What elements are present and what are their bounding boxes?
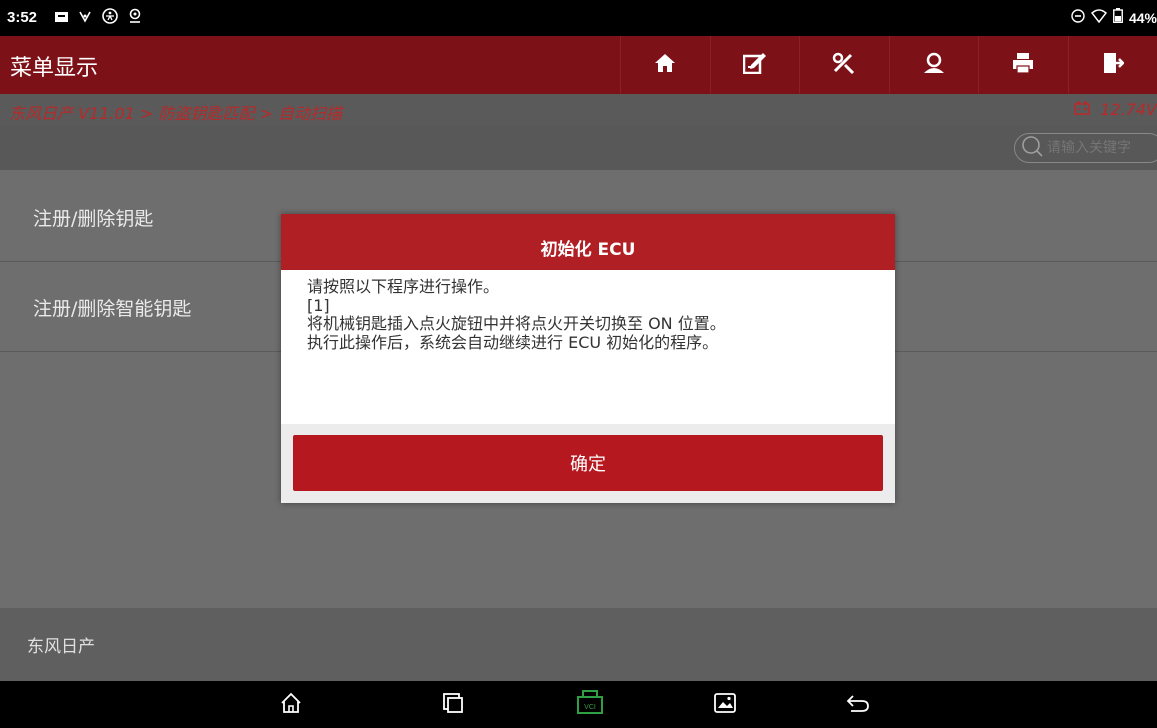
print-icon	[1012, 52, 1034, 78]
breadcrumb-bar: 东风日产 V11.01 > 防盗钥匙匹配 > 自动扫描 12.74V	[0, 94, 1157, 126]
usb-icon	[78, 9, 92, 27]
system-navbar: VCI	[0, 681, 1157, 728]
dialog-header: 初始化 ECU	[281, 214, 895, 270]
nav-screenshot-button[interactable]	[709, 690, 741, 720]
search-input[interactable]	[1047, 140, 1157, 156]
location-icon	[128, 8, 142, 28]
vci-label: VCI	[584, 704, 596, 711]
nav-vci-button[interactable]: VCI	[574, 690, 606, 720]
search-row	[0, 126, 1157, 170]
menu-item-label: 注册/删除钥匙	[33, 208, 154, 230]
footer-bar: 东风日产	[0, 608, 1157, 681]
wifi-icon	[1090, 8, 1108, 27]
dialog-line: [1]	[307, 295, 330, 315]
search-box[interactable]	[1014, 133, 1157, 163]
search-icon	[1021, 135, 1043, 161]
dialog-line: 将机械钥匙插入点火旋钮中并将点火开关切换至 ON 位置。	[307, 314, 726, 333]
back-icon	[846, 693, 870, 717]
nav-home-button[interactable]	[275, 690, 307, 720]
dialog-body: 请按照以下程序进行操作。 [1] 将机械钥匙插入点火旋钮中并将点火开关切换至 O…	[281, 270, 895, 424]
footer-text: 东风日产	[27, 637, 95, 657]
edit-button[interactable]	[709, 36, 800, 94]
status-bar: 3:52 44%	[0, 0, 1157, 36]
recents-icon	[442, 692, 464, 718]
home-nav-icon	[280, 692, 302, 718]
tools-button[interactable]	[799, 36, 889, 94]
user-icon	[922, 52, 946, 78]
voltage-value: 12.74V	[1100, 100, 1157, 119]
user-button[interactable]	[888, 36, 979, 94]
battery-icon	[1113, 8, 1123, 27]
page-title: 菜单显示	[10, 56, 99, 81]
nav-recents-button[interactable]	[437, 690, 469, 720]
breadcrumb: 东风日产 V11.01 > 防盗钥匙匹配 > 自动扫描	[9, 104, 342, 123]
vci-icon: VCI	[574, 689, 606, 721]
do-not-disturb-icon	[1071, 8, 1085, 27]
header-toolbar	[620, 36, 1157, 94]
battery-percent: 44%	[1128, 9, 1157, 26]
voltage-indicator: 12.74V	[1074, 100, 1157, 119]
screenshot-icon	[714, 693, 736, 717]
notification-icon	[55, 9, 68, 27]
exit-icon	[1102, 52, 1125, 78]
dialog-line: 请按照以下程序进行操作。	[307, 277, 500, 296]
dialog-line: 执行此操作后，系统会自动继续进行 ECU 初始化的程序。	[307, 332, 719, 352]
app-header: 菜单显示	[0, 36, 1157, 94]
menu-item-label: 注册/删除智能钥匙	[33, 298, 192, 320]
confirm-button[interactable]: 确定	[293, 435, 883, 491]
exit-button[interactable]	[1067, 36, 1157, 94]
init-ecu-dialog: 初始化 ECU 请按照以下程序进行操作。 [1] 将机械钥匙插入点火旋钮中并将点…	[281, 214, 895, 503]
tools-icon	[832, 52, 856, 78]
car-battery-icon	[1074, 100, 1090, 119]
home-icon	[654, 52, 676, 78]
edit-icon	[742, 52, 767, 78]
home-button[interactable]	[620, 36, 710, 94]
nav-back-button[interactable]	[842, 690, 874, 720]
print-button[interactable]	[978, 36, 1068, 94]
dialog-title: 初始化 ECU	[540, 239, 636, 260]
status-time: 3:52	[7, 9, 38, 26]
accessibility-icon	[102, 8, 118, 28]
